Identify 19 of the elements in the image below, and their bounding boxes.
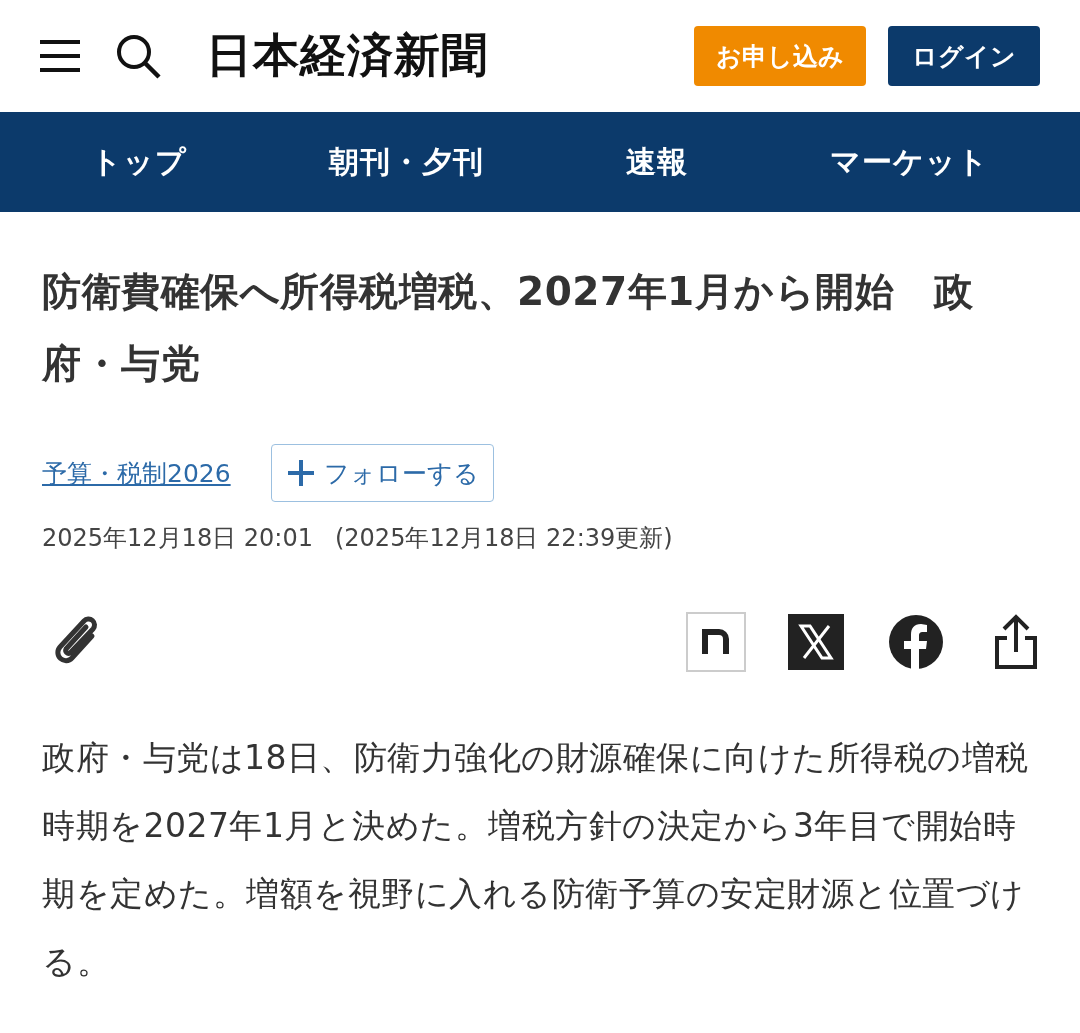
nav-tab[interactable]: 朝刊・夕刊: [329, 141, 484, 183]
nav-tab[interactable]: トップ: [91, 141, 187, 183]
search-icon[interactable]: [114, 32, 162, 80]
plus-icon: [285, 458, 316, 488]
site-logo[interactable]: 日本経済新聞: [206, 25, 488, 87]
facebook-icon[interactable]: [888, 614, 944, 670]
login-button[interactable]: ログイン: [888, 26, 1040, 86]
menu-icon[interactable]: [40, 39, 80, 73]
x-icon[interactable]: [788, 614, 844, 670]
nav-tab[interactable]: マーケット: [830, 141, 989, 183]
publish-date: 2025年12月18日 20:01: [42, 523, 313, 554]
topic-link[interactable]: 予算・税制2026: [42, 456, 231, 490]
article-title: 防衛費確保へ所得税増税、2027年1月から開始 政府・与党: [42, 268, 975, 388]
follow-button[interactable]: フォローする: [270, 444, 494, 502]
update-date: (2025年12月18日 22:39更新): [334, 523, 673, 554]
share-icon[interactable]: [994, 614, 1038, 670]
nav-tab[interactable]: 速報: [626, 141, 688, 183]
note-icon[interactable]: [686, 612, 746, 672]
article-lead: 政府・与党は18日、防衛力強化の財源確保に向けた所得税の増税時期を2027年1月と決めた。増税方針の決定から3年目で開始時期を定めた。増額を視野に入れる防衛予算の安定財源と位置づける。: [42, 737, 1030, 983]
